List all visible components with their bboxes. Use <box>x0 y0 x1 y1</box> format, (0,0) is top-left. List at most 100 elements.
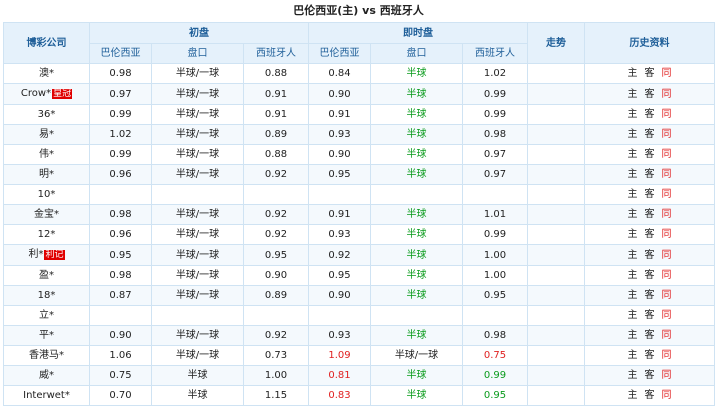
company-name[interactable]: 易* <box>39 129 54 140</box>
company-name[interactable]: 盈* <box>39 270 54 281</box>
history-away-link[interactable]: 客 <box>641 226 658 244</box>
company-cell[interactable]: 18* <box>3 285 90 306</box>
history-same-link[interactable]: 同 <box>658 307 675 325</box>
company-cell[interactable]: Crow* 皇冠 <box>3 83 90 105</box>
trend-cell[interactable] <box>527 244 586 266</box>
trend-cell[interactable] <box>527 184 586 205</box>
history-away-link[interactable]: 客 <box>641 387 658 405</box>
company-name[interactable]: 10* <box>38 189 56 200</box>
company-name[interactable]: 伟* <box>39 149 54 160</box>
history-away-link[interactable]: 客 <box>641 186 658 204</box>
trend-cell[interactable] <box>527 285 586 306</box>
company-cell[interactable]: 明* <box>3 164 90 185</box>
history-same-link[interactable]: 同 <box>658 367 675 385</box>
trend-cell[interactable] <box>527 204 586 225</box>
history-same-link[interactable]: 同 <box>658 226 675 244</box>
history-away-link[interactable]: 客 <box>641 85 658 104</box>
company-name[interactable]: 18* <box>38 290 56 301</box>
history-away-link[interactable]: 客 <box>641 206 658 224</box>
history-away-link[interactable]: 客 <box>641 307 658 325</box>
trend-cell[interactable] <box>527 104 586 125</box>
trend-cell[interactable] <box>527 63 586 84</box>
trend-cell[interactable] <box>527 265 586 286</box>
company-cell[interactable]: 平* <box>3 325 90 346</box>
history-away-link[interactable]: 客 <box>641 327 658 345</box>
history-same-link[interactable]: 同 <box>658 206 675 224</box>
trend-cell[interactable] <box>527 365 586 386</box>
history-away-link[interactable]: 客 <box>641 367 658 385</box>
history-same-link[interactable]: 同 <box>658 327 675 345</box>
history-home-link[interactable]: 主 <box>624 287 641 305</box>
history-home-link[interactable]: 主 <box>624 367 641 385</box>
history-same-link[interactable]: 同 <box>658 106 675 124</box>
history-same-link[interactable]: 同 <box>658 85 675 104</box>
company-cell[interactable]: 利* 利记 <box>3 244 90 266</box>
history-away-link[interactable]: 客 <box>641 126 658 144</box>
company-name[interactable]: 威* <box>39 370 54 381</box>
history-away-link[interactable]: 客 <box>641 267 658 285</box>
trend-cell[interactable] <box>527 325 586 346</box>
company-cell[interactable]: 立* <box>3 305 90 326</box>
trend-cell[interactable] <box>527 305 586 326</box>
history-home-link[interactable]: 主 <box>624 246 641 265</box>
company-name[interactable]: 12* <box>38 229 56 240</box>
company-name[interactable]: Interwet* <box>23 390 70 401</box>
history-same-link[interactable]: 同 <box>658 387 675 405</box>
history-same-link[interactable]: 同 <box>658 347 675 365</box>
history-away-link[interactable]: 客 <box>641 146 658 164</box>
trend-cell[interactable] <box>527 345 586 366</box>
trend-cell[interactable] <box>527 385 586 406</box>
history-same-link[interactable]: 同 <box>658 246 675 265</box>
company-name[interactable]: 平* <box>39 330 54 341</box>
company-cell[interactable]: Interwet* <box>3 385 90 406</box>
history-home-link[interactable]: 主 <box>624 206 641 224</box>
trend-cell[interactable] <box>527 144 586 165</box>
history-same-link[interactable]: 同 <box>658 287 675 305</box>
history-home-link[interactable]: 主 <box>624 146 641 164</box>
company-cell[interactable]: 威* <box>3 365 90 386</box>
history-away-link[interactable]: 客 <box>641 166 658 184</box>
company-name[interactable]: 香港马* <box>29 350 64 361</box>
company-name[interactable]: Crow* <box>21 88 51 99</box>
company-name[interactable]: 立* <box>39 310 54 321</box>
company-name[interactable]: 金宝* <box>34 209 59 220</box>
history-same-link[interactable]: 同 <box>658 166 675 184</box>
company-cell[interactable]: 36* <box>3 104 90 125</box>
history-home-link[interactable]: 主 <box>624 267 641 285</box>
company-cell[interactable]: 香港马* <box>3 345 90 366</box>
history-home-link[interactable]: 主 <box>624 307 641 325</box>
company-cell[interactable]: 12* <box>3 224 90 245</box>
company-cell[interactable]: 澳* <box>3 63 90 84</box>
company-cell[interactable]: 10* <box>3 184 90 205</box>
company-name[interactable]: 明* <box>39 169 54 180</box>
history-home-link[interactable]: 主 <box>624 85 641 104</box>
trend-cell[interactable] <box>527 83 586 105</box>
history-home-link[interactable]: 主 <box>624 387 641 405</box>
company-cell[interactable]: 易* <box>3 124 90 145</box>
history-away-link[interactable]: 客 <box>641 65 658 83</box>
history-home-link[interactable]: 主 <box>624 186 641 204</box>
history-same-link[interactable]: 同 <box>658 146 675 164</box>
history-home-link[interactable]: 主 <box>624 226 641 244</box>
history-same-link[interactable]: 同 <box>658 65 675 83</box>
history-away-link[interactable]: 客 <box>641 347 658 365</box>
history-same-link[interactable]: 同 <box>658 267 675 285</box>
company-name[interactable]: 利* <box>28 249 43 260</box>
company-cell[interactable]: 伟* <box>3 144 90 165</box>
company-name[interactable]: 澳* <box>39 68 54 79</box>
company-cell[interactable]: 盈* <box>3 265 90 286</box>
history-home-link[interactable]: 主 <box>624 106 641 124</box>
history-home-link[interactable]: 主 <box>624 166 641 184</box>
trend-cell[interactable] <box>527 164 586 185</box>
company-name[interactable]: 36* <box>38 109 56 120</box>
history-away-link[interactable]: 客 <box>641 106 658 124</box>
history-same-link[interactable]: 同 <box>658 126 675 144</box>
company-cell[interactable]: 金宝* <box>3 204 90 225</box>
history-home-link[interactable]: 主 <box>624 347 641 365</box>
history-home-link[interactable]: 主 <box>624 65 641 83</box>
history-away-link[interactable]: 客 <box>641 246 658 265</box>
history-home-link[interactable]: 主 <box>624 327 641 345</box>
history-away-link[interactable]: 客 <box>641 287 658 305</box>
history-same-link[interactable]: 同 <box>658 186 675 204</box>
trend-cell[interactable] <box>527 224 586 245</box>
